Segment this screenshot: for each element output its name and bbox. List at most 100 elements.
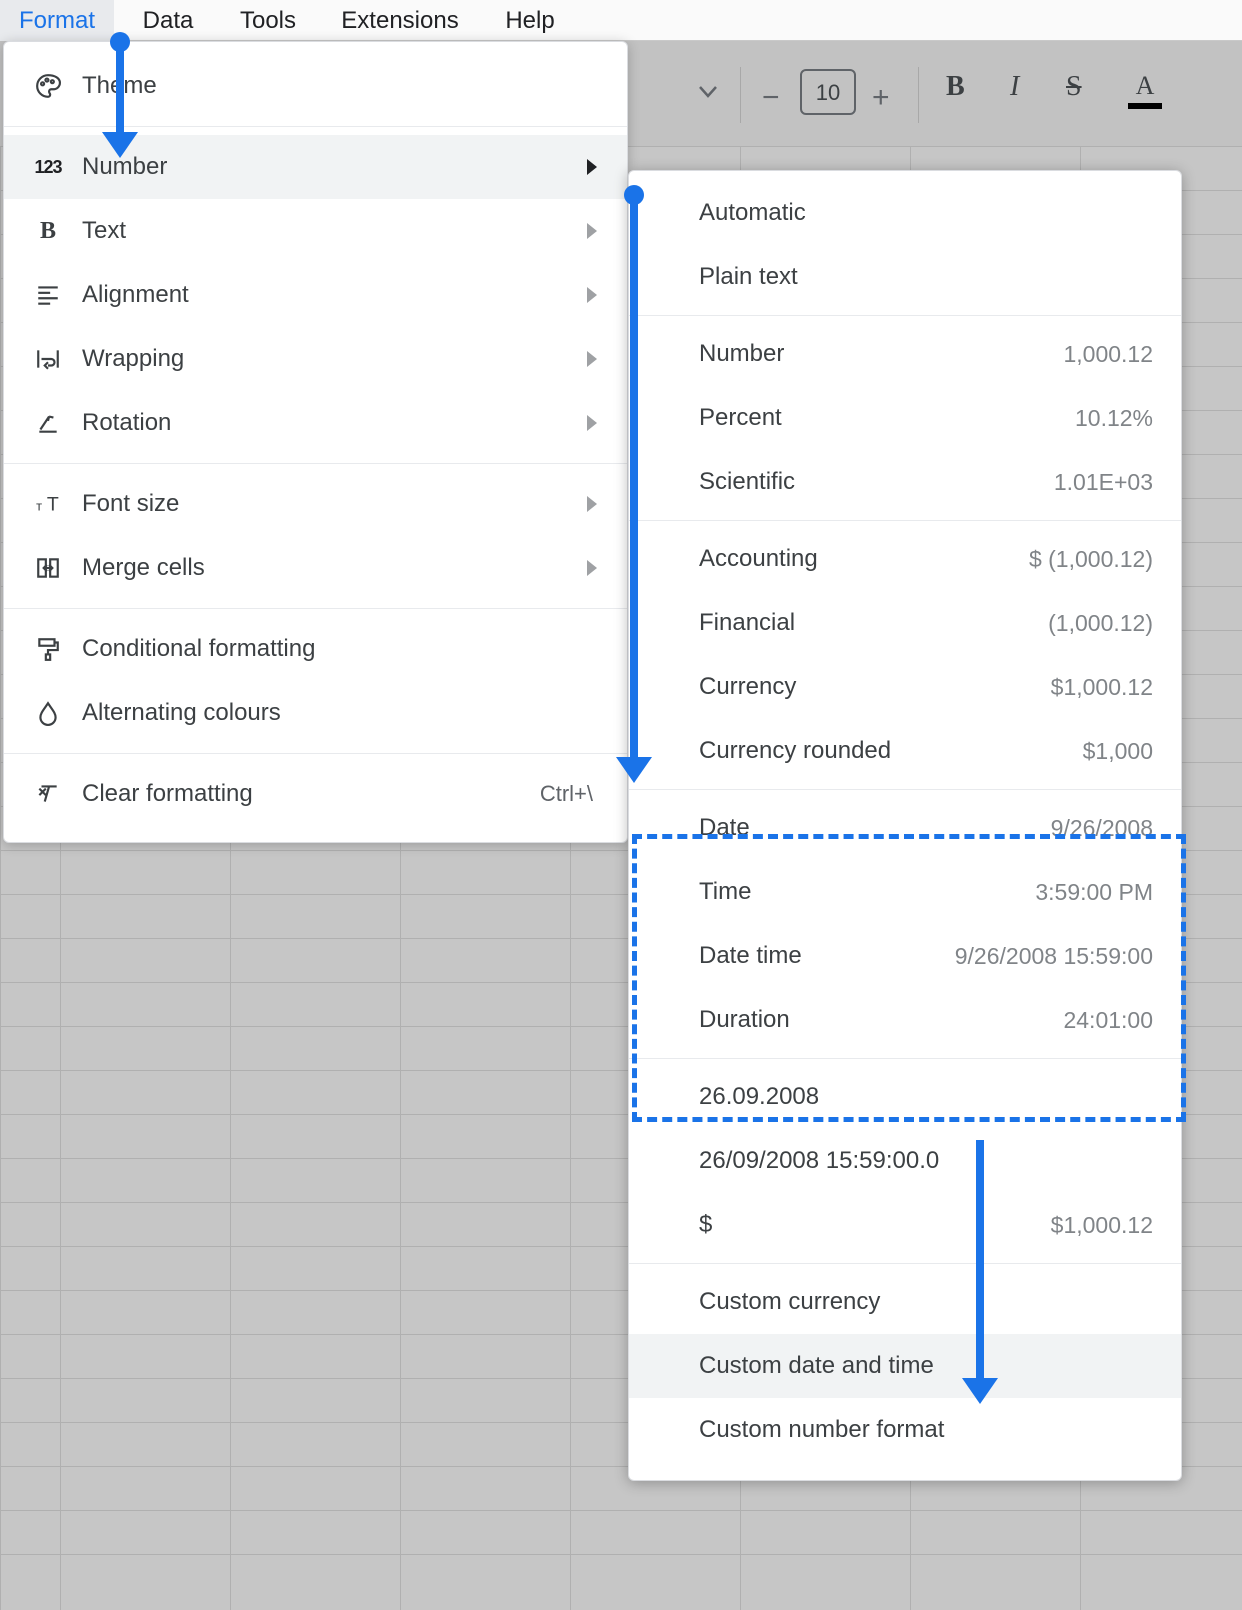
menu-example: 3:59:00 PM: [1035, 860, 1153, 924]
format-menu-alternating-colours[interactable]: Alternating colours: [4, 681, 627, 745]
number-menu-custom-dateformat-2[interactable]: 26/09/2008 15:59:00.0: [629, 1129, 1181, 1193]
menu-label: Percent: [699, 386, 782, 450]
italic-button[interactable]: I: [1010, 71, 1019, 115]
submenu-arrow-icon: [587, 496, 597, 512]
number-menu-custom-number-format[interactable]: Custom number format: [629, 1398, 1181, 1462]
number-menu-plain-text[interactable]: Plain text: [629, 245, 1181, 309]
menu-example: $1,000: [1083, 719, 1153, 783]
number-menu-automatic[interactable]: Automatic: [629, 181, 1181, 245]
menu-divider: [629, 315, 1181, 316]
align-left-icon: [28, 263, 68, 327]
number-menu-currency[interactable]: Currency $1,000.12: [629, 655, 1181, 719]
merge-cells-icon: [28, 536, 68, 600]
menu-example: 1.01E+03: [1054, 450, 1153, 514]
number-menu-accounting[interactable]: Accounting $ (1,000.12): [629, 527, 1181, 591]
menu-divider: [4, 608, 627, 609]
format-menu-font-size[interactable]: ᴛT Font size: [4, 472, 627, 536]
font-size-icon: ᴛT: [28, 472, 68, 536]
menubar-item-tools[interactable]: Tools: [228, 0, 308, 41]
svg-text:T: T: [47, 494, 59, 516]
number-menu-custom-date-time[interactable]: Custom date and time: [629, 1334, 1181, 1398]
text-color-button[interactable]: A: [1128, 71, 1162, 115]
number-menu-currency-rounded[interactable]: Currency rounded $1,000: [629, 719, 1181, 783]
menu-label: $: [699, 1193, 712, 1257]
menu-example: $1,000.12: [1051, 1193, 1153, 1257]
number-menu-time[interactable]: Time 3:59:00 PM: [629, 860, 1181, 924]
menu-label: Alignment: [82, 263, 189, 327]
menu-example: 9/26/2008 15:59:00: [955, 924, 1153, 988]
menubar-item-data[interactable]: Data: [128, 0, 208, 41]
menu-label: Date time: [699, 924, 802, 988]
format-menu-clear-formatting[interactable]: Clear formatting Ctrl+\: [4, 762, 627, 826]
menu-example: 1,000.12: [1063, 322, 1153, 386]
submenu-arrow-icon: [587, 415, 597, 431]
menu-divider: [629, 1058, 1181, 1059]
toolbar-more-dropdown[interactable]: [698, 85, 718, 129]
strikethrough-button[interactable]: S: [1066, 71, 1082, 115]
palette-icon: [28, 54, 68, 118]
menubar-item-format[interactable]: Format: [0, 0, 114, 41]
format-menu-text[interactable]: B Text: [4, 199, 627, 263]
menu-label: Clear formatting: [82, 762, 253, 826]
font-size-input[interactable]: 10: [800, 69, 856, 115]
menu-label: Duration: [699, 988, 790, 1052]
menu-label: Automatic: [699, 181, 806, 245]
menu-label: Merge cells: [82, 536, 205, 600]
rotation-icon: [28, 391, 68, 455]
menu-label: Accounting: [699, 527, 818, 591]
font-size-decrease[interactable]: −: [762, 81, 780, 125]
menu-label: Currency: [699, 655, 796, 719]
menu-label: Theme: [82, 54, 157, 118]
menubar-item-extensions[interactable]: Extensions: [325, 0, 475, 41]
menu-example: (1,000.12): [1048, 591, 1153, 655]
submenu-arrow-icon: [587, 223, 597, 239]
format-menu-wrapping[interactable]: Wrapping: [4, 327, 627, 391]
submenu-arrow-icon: [587, 351, 597, 367]
toolbar-separator: [918, 67, 919, 123]
number-menu-date[interactable]: Date 9/26/2008: [629, 796, 1181, 860]
wrap-text-icon: [28, 327, 68, 391]
number-menu-custom-currency[interactable]: Custom currency: [629, 1270, 1181, 1334]
number-menu-number[interactable]: Number 1,000.12: [629, 322, 1181, 386]
svg-text:ᴛ: ᴛ: [36, 499, 42, 514]
number-submenu: Automatic Plain text Number 1,000.12 Per…: [628, 170, 1182, 1481]
menu-example: 10.12%: [1075, 386, 1153, 450]
number-menu-duration[interactable]: Duration 24:01:00: [629, 988, 1181, 1052]
clear-format-icon: [28, 762, 68, 826]
menu-example: 24:01:00: [1063, 988, 1153, 1052]
number-123-icon: 123: [28, 135, 68, 199]
format-menu-merge-cells[interactable]: Merge cells: [4, 536, 627, 600]
number-menu-scientific[interactable]: Scientific 1.01E+03: [629, 450, 1181, 514]
menu-divider: [4, 463, 627, 464]
format-menu-alignment[interactable]: Alignment: [4, 263, 627, 327]
bold-b-icon: B: [28, 199, 68, 263]
format-menu-rotation[interactable]: Rotation: [4, 391, 627, 455]
number-menu-financial[interactable]: Financial (1,000.12): [629, 591, 1181, 655]
number-menu-custom-dateformat-1[interactable]: 26.09.2008: [629, 1065, 1181, 1129]
format-menu-theme[interactable]: Theme: [4, 54, 627, 118]
submenu-arrow-icon: [587, 287, 597, 303]
menu-label: Number: [699, 322, 784, 386]
format-menu-number[interactable]: 123 Number: [4, 135, 627, 199]
menu-divider: [629, 789, 1181, 790]
menu-label: Plain text: [699, 245, 798, 309]
number-menu-date-time[interactable]: Date time 9/26/2008 15:59:00: [629, 924, 1181, 988]
submenu-arrow-icon: [587, 159, 597, 175]
droplet-icon: [28, 681, 68, 745]
menu-label: Custom date and time: [699, 1334, 934, 1398]
menu-label: Alternating colours: [82, 681, 281, 745]
number-menu-percent[interactable]: Percent 10.12%: [629, 386, 1181, 450]
menu-label: Text: [82, 199, 126, 263]
bold-button[interactable]: B: [946, 71, 965, 115]
menu-label: Date: [699, 796, 750, 860]
paint-roller-icon: [28, 617, 68, 681]
menu-label: Rotation: [82, 391, 171, 455]
menubar: Format Data Tools Extensions Help: [0, 0, 1242, 41]
menu-label: Conditional formatting: [82, 617, 315, 681]
font-size-increase[interactable]: +: [872, 81, 890, 125]
format-menu-conditional-formatting[interactable]: Conditional formatting: [4, 617, 627, 681]
number-menu-dollar[interactable]: $ $1,000.12: [629, 1193, 1181, 1257]
caret-down-icon: [698, 85, 718, 99]
menu-divider: [4, 753, 627, 754]
menubar-item-help[interactable]: Help: [490, 0, 570, 41]
